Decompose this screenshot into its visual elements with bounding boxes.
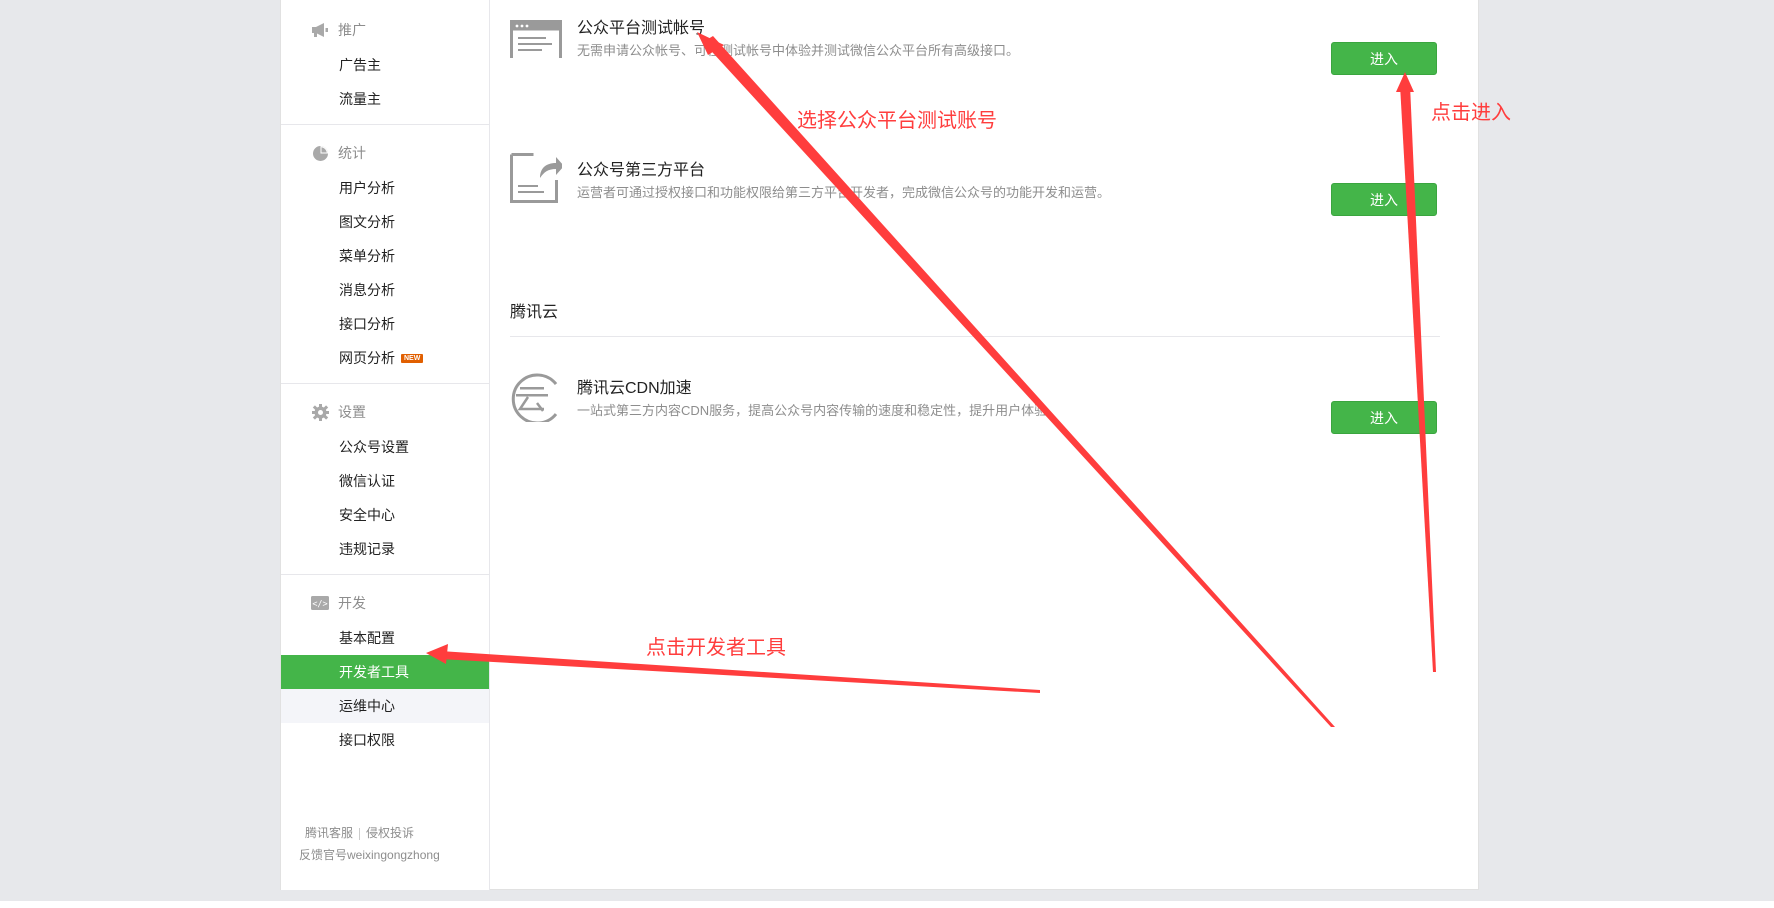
section-title-tencent-cloud: 腾讯云 — [510, 304, 559, 321]
entry-description: 运营者可通过授权接口和功能权限给第三方平台开发者，完成微信公众号的功能开发和运营… — [577, 185, 1111, 200]
annotation-click-dev-tools: 点击开发者工具 — [646, 637, 786, 659]
enter-button[interactable]: 进入 — [1331, 42, 1437, 75]
content-panel: 推广 广告主 流量主 统计 用户分析 图文分析 菜单分析 消息分析 接口分析 网… — [280, 0, 1479, 890]
sidebar-group-title: </> 开发 — [281, 585, 489, 621]
sidebar-item-article-analysis[interactable]: 图文分析 — [281, 205, 489, 239]
entry-test-account: 公众平台测试帐号 无需申请公众帐号、可在测试帐号中体验并测试微信公众平台所有高级… — [510, 0, 1440, 75]
sidebar-item-developer-tools[interactable]: 开发者工具 — [281, 655, 489, 689]
enter-button[interactable]: 进入 — [1331, 183, 1437, 216]
sidebar-item-account-settings[interactable]: 公众号设置 — [281, 430, 489, 464]
sidebar-group-title: 统计 — [281, 135, 489, 171]
sidebar-group-development: </> 开发 基本配置 开发者工具 运维中心 接口权限 — [281, 574, 489, 765]
sidebar-group-promotion: 推广 广告主 流量主 — [281, 0, 489, 124]
sidebar-group-label: 开发 — [338, 595, 366, 611]
entry-tencent-cdn: 腾讯云CDN加速 一站式第三方内容CDN服务，提高公众号内容传输的速度和稳定性，… — [510, 360, 1440, 434]
pie-chart-icon — [311, 144, 329, 162]
sidebar-item-user-analysis[interactable]: 用户分析 — [281, 171, 489, 205]
code-icon: </> — [311, 594, 329, 612]
sidebar-item-advertiser[interactable]: 广告主 — [281, 48, 489, 82]
sidebar-item-violation-records[interactable]: 违规记录 — [281, 532, 489, 566]
gear-icon — [311, 403, 329, 421]
entry-title: 公众号第三方平台 — [577, 162, 706, 179]
divider — [359, 827, 361, 840]
sidebar-group-label: 统计 — [338, 145, 366, 161]
bottom-strip — [0, 901, 1774, 908]
document-share-icon — [510, 152, 564, 203]
sidebar-footer: 腾讯客服 侵权投诉 反馈官号weixingongzhong — [281, 822, 490, 866]
sidebar-item-ops-center[interactable]: 运维中心 — [281, 689, 489, 723]
sidebar-item-wechat-verification[interactable]: 微信认证 — [281, 464, 489, 498]
sidebar-group-title: 推广 — [281, 12, 489, 48]
sidebar-item-label: 网页分析 — [339, 350, 395, 366]
annotation-click-enter: 点击进入 — [1431, 102, 1511, 124]
entry-third-party-platform: 公众号第三方平台 运营者可通过授权接口和功能权限给第三方平台开发者，完成微信公众… — [510, 142, 1440, 216]
sidebar-group-title: 设置 — [281, 394, 489, 430]
cloud-logo-icon — [510, 370, 562, 425]
megaphone-icon — [311, 21, 329, 39]
sidebar-item-basic-config[interactable]: 基本配置 — [281, 621, 489, 655]
new-badge: NEW — [401, 353, 424, 363]
feedback-account-link[interactable]: 反馈官号weixingongzhong — [299, 844, 490, 866]
sidebar-group-label: 设置 — [338, 404, 366, 420]
sidebar-group-statistics: 统计 用户分析 图文分析 菜单分析 消息分析 接口分析 网页分析 NEW — [281, 124, 489, 383]
sidebar-item-web-analysis[interactable]: 网页分析 NEW — [281, 341, 489, 375]
sidebar-item-api-permissions[interactable]: 接口权限 — [281, 723, 489, 757]
section-divider — [510, 336, 1440, 337]
customer-service-link[interactable]: 腾讯客服 — [305, 826, 353, 840]
sidebar-group-label: 推广 — [338, 22, 366, 38]
infringement-complaint-link[interactable]: 侵权投诉 — [366, 826, 414, 840]
enter-button[interactable]: 进入 — [1331, 401, 1437, 434]
annotation-select-test-account: 选择公众平台测试账号 — [797, 110, 997, 132]
sidebar: 推广 广告主 流量主 统计 用户分析 图文分析 菜单分析 消息分析 接口分析 网… — [281, 0, 490, 890]
entry-description: 一站式第三方内容CDN服务，提高公众号内容传输的速度和稳定性，提升用户体验。 — [577, 403, 1061, 418]
sidebar-item-publisher[interactable]: 流量主 — [281, 82, 489, 116]
sidebar-group-settings: 设置 公众号设置 微信认证 安全中心 违规记录 — [281, 383, 489, 574]
entry-description: 无需申请公众帐号、可在测试帐号中体验并测试微信公众平台所有高级接口。 — [577, 43, 1020, 58]
svg-text:</>: </> — [312, 600, 327, 610]
browser-window-icon — [510, 10, 562, 61]
entry-title: 公众平台测试帐号 — [577, 20, 706, 37]
sidebar-item-menu-analysis[interactable]: 菜单分析 — [281, 239, 489, 273]
sidebar-item-security-center[interactable]: 安全中心 — [281, 498, 489, 532]
entry-title: 腾讯云CDN加速 — [577, 380, 692, 397]
sidebar-item-message-analysis[interactable]: 消息分析 — [281, 273, 489, 307]
sidebar-item-api-analysis[interactable]: 接口分析 — [281, 307, 489, 341]
